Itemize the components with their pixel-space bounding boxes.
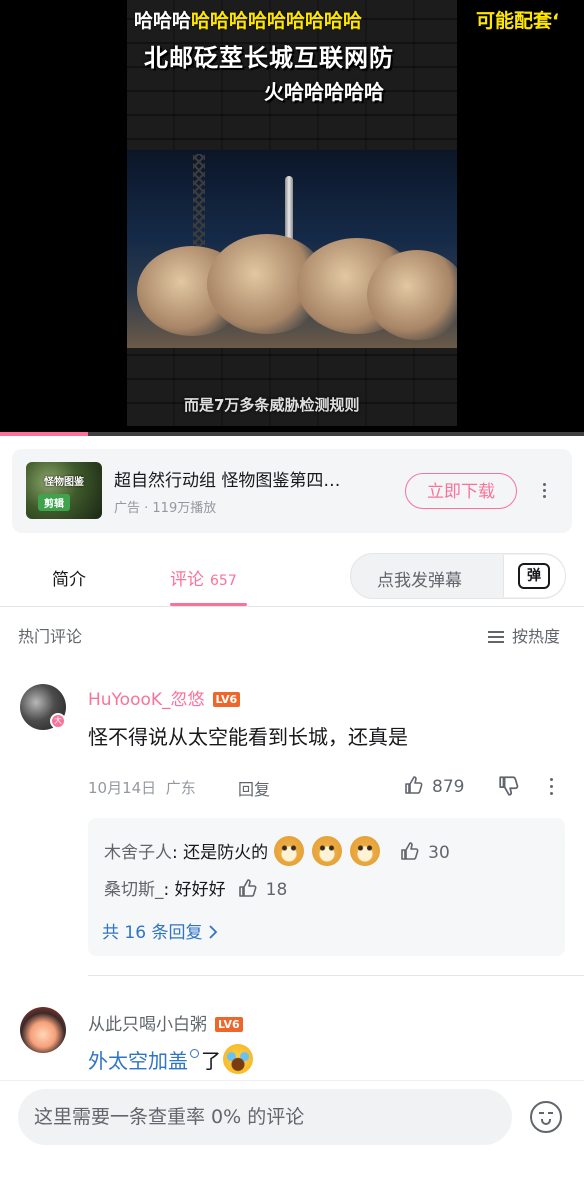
download-button[interactable]: 立即下载	[405, 473, 517, 509]
reply-text: 好好好	[174, 880, 226, 900]
more-vertical-icon[interactable]	[534, 477, 554, 505]
danmaku-placeholder: 点我发弹幕	[377, 571, 462, 591]
hot-comments-label: 热门评论	[18, 627, 83, 646]
video-caption-title-line2: 火哈哈哈哈哈	[264, 80, 384, 104]
thumbs-up-icon	[238, 879, 257, 897]
reply-button[interactable]: 回复	[238, 776, 270, 800]
comment-meta: 10月14日 广东	[88, 777, 196, 798]
like-button[interactable]: 879	[404, 775, 464, 797]
level-badge: LV6	[212, 692, 241, 707]
sort-list-icon	[488, 631, 504, 643]
reply-like-count: 30	[428, 843, 450, 863]
danmaku-toggle-button[interactable]: 弹	[503, 555, 565, 597]
video-player[interactable]: 哈哈哈哈哈哈哈哈哈哈哈哈 可能配套‘ 北邮砭莖长城互联网防 火哈哈哈哈哈 而是7…	[0, 0, 584, 436]
reply-item: 木舍子人: 还是防火的 30	[104, 836, 450, 866]
avatar-badge: 大	[50, 713, 66, 729]
rocket-launch-scene	[127, 150, 457, 348]
reply-like-button[interactable]: 30	[400, 842, 450, 863]
ad-card[interactable]: 怪物图鉴 剪辑 超自然行动组 怪物图鉴第四… 广告 · 119万播放 立即下载	[12, 449, 572, 533]
thumbs-up-icon	[405, 776, 423, 794]
thumbs-down-icon[interactable]	[498, 775, 520, 797]
doge-emoji-icon	[312, 836, 343, 866]
more-vertical-icon[interactable]	[544, 774, 560, 798]
ad-title: 超自然行动组 怪物图鉴第四…	[114, 471, 341, 491]
comment-input[interactable]	[18, 1089, 512, 1145]
danmaku-icon: 弹	[518, 563, 550, 589]
doge-emoji-icon	[350, 836, 381, 866]
tab-bar: 简介 评论 657 点我发弹幕 弹	[0, 545, 584, 607]
video-caption-laugh: 哈哈哈哈哈哈哈哈哈哈哈哈	[134, 10, 363, 32]
thumbs-up-icon	[401, 842, 419, 860]
reply-username[interactable]: 木舍子人	[104, 843, 172, 863]
ad-thumbnail-text: 怪物图鉴	[44, 477, 84, 488]
comment-text: 怪不得说从太空能看到长城，还真是	[88, 725, 408, 749]
comment-username[interactable]: HuYoooK_忽悠 LV6	[88, 685, 241, 710]
avatar[interactable]	[20, 1007, 66, 1053]
emoji-icon[interactable]	[530, 1101, 562, 1133]
video-progress-bar[interactable]	[0, 432, 584, 436]
comment-username[interactable]: 从此只喝小白粥 LV6	[88, 1010, 243, 1035]
comment-location: 广东	[165, 779, 196, 797]
reply-preview-box[interactable]: 木舍子人: 还是防火的 30 桑切斯_: 好好好 18 共 16 条回复	[88, 818, 565, 956]
comment-input-bar	[0, 1080, 584, 1200]
tab-comments[interactable]: 评论 657	[170, 565, 237, 590]
reply-item: 桑切斯_: 好好好 18	[104, 879, 288, 900]
tab-intro[interactable]: 简介	[52, 565, 86, 590]
video-progress-fill	[0, 432, 88, 436]
tab-comments-label: 评论	[170, 570, 204, 590]
like-count: 879	[432, 777, 465, 797]
comment-text: 外太空加盖了	[88, 1044, 253, 1074]
video-subtitle: 而是7万多条威胁检测规则	[184, 396, 360, 414]
ad-thumbnail: 怪物图鉴 剪辑	[26, 462, 102, 519]
reply-username[interactable]: 桑切斯_	[104, 880, 164, 900]
danmaku-input[interactable]: 点我发弹幕 弹	[350, 553, 566, 599]
sort-by-popularity-button[interactable]: 按热度	[488, 623, 560, 647]
reply-like-button[interactable]: 18	[238, 879, 288, 900]
video-caption-title: 北邮砭莖长城互联网防	[144, 44, 394, 72]
reply-like-count: 18	[265, 880, 288, 900]
comment-divider	[88, 975, 584, 976]
search-icon	[190, 1049, 199, 1058]
laugh-cry-emoji-icon	[223, 1044, 253, 1074]
comments-count: 657	[210, 573, 237, 589]
reply-text: 还是防火的	[183, 843, 269, 863]
view-all-replies-link[interactable]: 共 16 条回复	[102, 918, 218, 943]
doge-emoji-icon	[274, 836, 305, 866]
comment-date: 10月14日	[88, 779, 157, 797]
comment-text-suffix: 了	[201, 1049, 221, 1073]
chevron-right-icon	[209, 925, 218, 939]
smoke-cloud	[367, 250, 457, 340]
ad-meta: 广告 · 119万播放	[114, 501, 217, 516]
active-tab-indicator	[170, 603, 247, 606]
level-badge: LV6	[215, 1017, 243, 1032]
search-keyword-link[interactable]: 外太空加盖	[88, 1049, 188, 1073]
video-caption-right: 可能配套‘	[476, 10, 560, 32]
ad-thumbnail-badge: 剪辑	[38, 494, 70, 511]
sort-label: 按热度	[512, 627, 561, 646]
